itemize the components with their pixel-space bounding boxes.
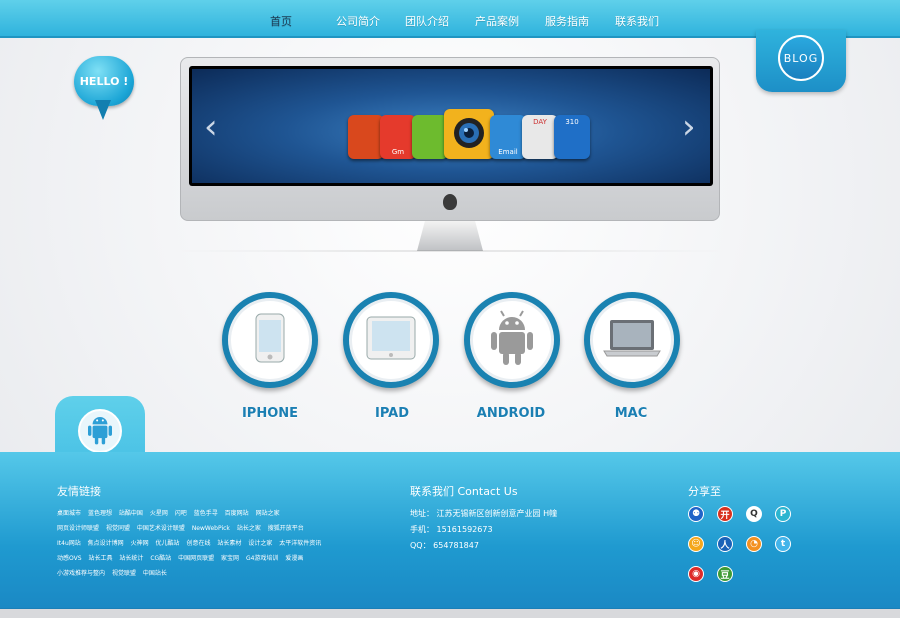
friend-link[interactable]: 动感OVS [57, 555, 82, 562]
blog-button[interactable]: BLOG [778, 35, 824, 81]
contact-phone: 手机： 15161592673 [410, 525, 493, 534]
contact-info: 地址： 江苏无锡新区创新创意产业园 H幢 手机： 15161592673 QQ：… [410, 506, 557, 554]
contact-address: 地址： 江苏无锡新区创新创意产业园 H幢 [410, 509, 558, 518]
friend-link[interactable]: 太平洋软件资讯 [279, 540, 321, 547]
iphone-label[interactable]: IPHONE [215, 406, 325, 421]
friend-link[interactable]: 蓝色理想 [88, 510, 112, 517]
friend-link[interactable]: 优儿酷站 [156, 540, 180, 547]
imac-monitor: ‹ › Gm Email DAY 310 [180, 57, 720, 221]
contact-title: 联系我们 Contact Us [410, 485, 518, 498]
friend-link[interactable]: 中国网页联盟 [178, 555, 214, 562]
slider-prev-arrow[interactable]: ‹ [204, 110, 222, 144]
links-title: 友情链接 [57, 485, 101, 498]
weibo-icon[interactable]: ◉ [688, 566, 704, 582]
friend-link[interactable]: 站长素材 [217, 540, 241, 547]
monitor-stand [417, 221, 483, 251]
android-icon [490, 310, 534, 370]
hello-bubble-tail [95, 100, 111, 120]
hello-bubble: HELLO ! [74, 56, 134, 106]
friend-link[interactable]: 视觉同盟 [106, 525, 130, 532]
friend-link[interactable]: 家宝网 [221, 555, 239, 562]
friend-link[interactable]: 网页设计师联盟 [57, 525, 99, 532]
kaixin-icon[interactable]: 开 [717, 506, 733, 522]
twitter-icon[interactable]: t [775, 536, 791, 552]
nav-company-profile[interactable]: 公司简介 [336, 0, 380, 38]
friend-link[interactable]: 设计之家 [248, 540, 272, 547]
slide-app-icon: Gm [380, 115, 416, 159]
renren-icon[interactable]: 人 [717, 536, 733, 552]
friend-link[interactable]: 小游戏推荐与整内 [57, 570, 105, 577]
friend-link[interactable]: 爱漫画 [285, 555, 303, 562]
friend-link[interactable]: 火神网 [131, 540, 149, 547]
friend-links: 桌面城市 蓝色理想 站酷中国 火星网 闪吧 蓝色手寻 百度网站 网站之家 网页设… [57, 506, 327, 581]
android-button[interactable] [464, 292, 560, 388]
friend-link[interactable]: 站长统计 [119, 555, 143, 562]
android-badge [78, 409, 122, 453]
ipad-button[interactable] [343, 292, 439, 388]
friend-link[interactable]: 火星网 [150, 510, 168, 517]
friend-link[interactable]: 站长之家 [237, 525, 261, 532]
macbook-icon [603, 318, 661, 362]
friend-link[interactable]: CG酷站 [150, 555, 171, 562]
app-icons: Gm Email DAY 310 [348, 109, 590, 159]
qq-icon[interactable]: Q [746, 506, 762, 522]
douban-icon[interactable]: 豆 [717, 566, 733, 582]
friend-link[interactable]: NewWebPick [192, 525, 230, 532]
mac-label[interactable]: MAC [576, 406, 686, 421]
friend-link[interactable]: 中国站长 [143, 570, 167, 577]
friend-link[interactable]: 蓝色手寻 [194, 510, 218, 517]
friend-link[interactable]: 创意在线 [186, 540, 210, 547]
rss-icon[interactable]: ◔ [746, 536, 762, 552]
ipad-label[interactable]: IPAD [337, 406, 447, 421]
friend-link[interactable]: It4u网站 [57, 540, 81, 547]
share-title: 分享至 [688, 485, 721, 498]
nav-contact[interactable]: 联系我们 [615, 0, 659, 38]
nav-team[interactable]: 团队介绍 [405, 0, 449, 38]
taobao-icon[interactable]: ☺ [688, 536, 704, 552]
iphone-icon [255, 313, 285, 367]
slide-app-icon: DAY [522, 115, 558, 159]
friend-link[interactable]: 搜狐开放平台 [268, 525, 304, 532]
mac-button[interactable] [584, 292, 680, 388]
slider-next-arrow[interactable]: › [682, 110, 700, 144]
camera-app-icon [444, 109, 494, 159]
nav-products[interactable]: 产品案例 [475, 0, 519, 38]
baidu-icon[interactable]: ⚉ [688, 506, 704, 522]
friend-link[interactable]: 闪吧 [175, 510, 187, 517]
iphone-button[interactable] [222, 292, 318, 388]
slide-app-icon: Email [490, 115, 526, 159]
android-tab [55, 396, 145, 454]
slide-app-icon: 310 [554, 115, 590, 159]
footer-bottom-strip [0, 608, 900, 618]
android-icon [87, 413, 113, 449]
friend-link[interactable]: 视觉联盟 [112, 570, 136, 577]
share-icons: ⚉ 开 Q P ☺ 人 ◔ t ◉ 豆 [688, 506, 828, 596]
blog-tab[interactable]: BLOG [756, 30, 846, 92]
slider: ‹ › Gm Email DAY 310 [192, 69, 710, 183]
slide-app-icon [412, 115, 448, 159]
friend-link[interactable]: G4游戏培训 [246, 555, 278, 562]
friend-link[interactable]: 桌面城市 [57, 510, 81, 517]
contact-qq: QQ： 654781847 [410, 541, 479, 550]
ipad-icon [366, 316, 416, 364]
divider [160, 250, 740, 252]
monitor-screen: ‹ › Gm Email DAY 310 [189, 66, 713, 186]
friend-link[interactable]: 中国艺术设计联盟 [137, 525, 185, 532]
friend-link[interactable]: 网站之家 [256, 510, 280, 517]
nav-home[interactable]: 首页 [270, 0, 292, 38]
friend-link[interactable]: 站长工具 [88, 555, 112, 562]
main-nav: 首页 公司简介 团队介绍 产品案例 服务指南 联系我们 [270, 0, 659, 38]
friend-link[interactable]: 焦点设计博网 [88, 540, 124, 547]
nav-service-guide[interactable]: 服务指南 [545, 0, 589, 38]
friend-link[interactable]: 站酷中国 [119, 510, 143, 517]
qzone-icon[interactable]: P [775, 506, 791, 522]
slide-app-icon [348, 115, 384, 159]
apple-logo-icon [443, 194, 457, 210]
friend-link[interactable]: 百度网站 [225, 510, 249, 517]
android-label[interactable]: ANDROID [456, 406, 566, 421]
